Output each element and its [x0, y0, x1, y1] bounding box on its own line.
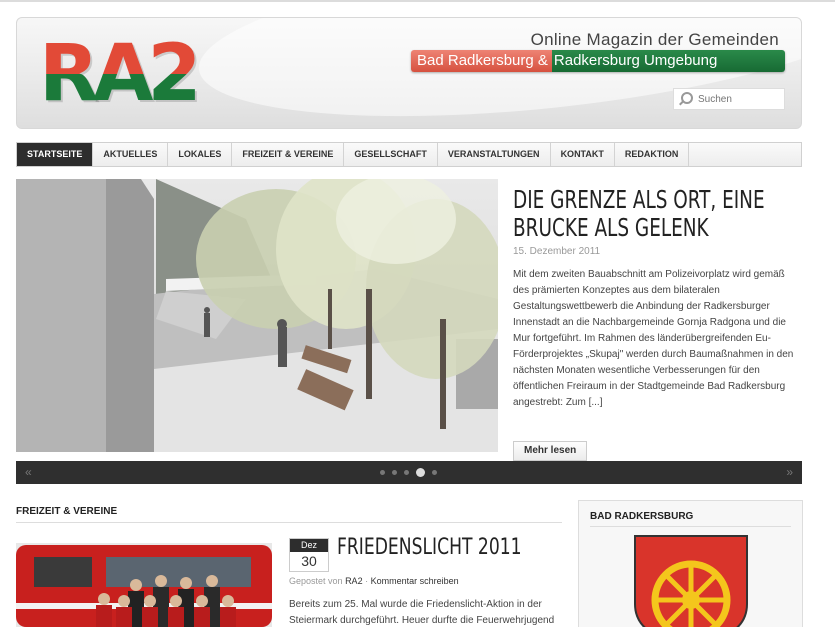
- post-title[interactable]: FRIEDENSLICHT 2011: [337, 535, 522, 560]
- section-divider: [16, 522, 562, 523]
- post-meta-prefix: Gepostet von: [289, 576, 343, 586]
- nav-item-veranstaltungen[interactable]: VERANSTALTUNGEN: [438, 143, 551, 166]
- nav-item-freizeit-vereine[interactable]: FREIZEIT & VEREINE: [232, 143, 345, 166]
- site-logo[interactable]: RA2 RA2: [39, 29, 204, 119]
- slider-dot[interactable]: [380, 470, 385, 475]
- banner-left: Bad Radkersburg &: [411, 50, 552, 72]
- top-border: [0, 0, 835, 2]
- section-title: FREIZEIT & VEREINE: [16, 506, 118, 517]
- slider-dot-active[interactable]: [416, 468, 425, 477]
- search-box[interactable]: [673, 88, 785, 110]
- nav-item-aktuelles[interactable]: AKTUELLES: [93, 143, 169, 166]
- fire-truck-photo: [16, 543, 272, 627]
- logo-text: RA2: [39, 29, 202, 119]
- post-comment-link[interactable]: Kommentar schreiben: [371, 576, 459, 586]
- widget-divider: [590, 526, 791, 527]
- nav-item-lokales[interactable]: LOKALES: [168, 143, 233, 166]
- sidebar-widget: BAD RADKERSBURG: [578, 500, 803, 627]
- post-date-badge: Dez 30: [289, 538, 329, 572]
- search-input[interactable]: [698, 93, 782, 105]
- post-meta: Gepostet von RA2 · Kommentar schreiben: [289, 576, 459, 586]
- banner-right: Radkersburg Umgebung: [551, 50, 785, 72]
- slider-prev-arrow[interactable]: «: [25, 465, 32, 479]
- main-nav: STARTSEITE AKTUELLES LOKALES FREIZEIT & …: [16, 142, 802, 167]
- page: RA2 RA2 Online Magazin der Gemeinden Bad…: [0, 0, 835, 627]
- post-thumbnail[interactable]: [16, 543, 272, 627]
- nav-item-startseite[interactable]: STARTSEITE: [17, 143, 94, 166]
- slider-dots: [380, 468, 437, 477]
- featured-slider: DIE GRENZE ALS ORT, EINE BRUCKE ALS GELE…: [16, 179, 802, 485]
- featured-title[interactable]: DIE GRENZE ALS ORT, EINE BRUCKE ALS GELE…: [513, 186, 800, 242]
- slider-dot[interactable]: [392, 470, 397, 475]
- featured-date: 15. Dezember 2011: [513, 246, 601, 257]
- post-date-month: Dez: [290, 539, 328, 552]
- read-more-button[interactable]: Mehr lesen: [513, 441, 588, 461]
- slider-next-arrow[interactable]: »: [786, 465, 793, 479]
- search-icon: [678, 90, 696, 108]
- widget-title: BAD RADKERSBURG: [590, 511, 694, 522]
- slider-dot[interactable]: [404, 470, 409, 475]
- meta-separator: ·: [365, 576, 369, 586]
- site-header: RA2 RA2 Online Magazin der Gemeinden Bad…: [16, 17, 802, 129]
- post-date-day: 30: [301, 553, 317, 569]
- post-author-link[interactable]: RA2: [345, 576, 363, 586]
- nav-item-gesellschaft[interactable]: GESELLSCHAFT: [344, 143, 438, 166]
- featured-image[interactable]: [16, 179, 498, 452]
- region-banner: Bad Radkersburg & Radkersburg Umgebung: [411, 50, 785, 72]
- coat-of-arms-image[interactable]: [633, 534, 749, 627]
- site-tagline: Online Magazin der Gemeinden: [530, 30, 779, 49]
- nav-item-kontakt[interactable]: KONTAKT: [551, 143, 615, 166]
- nav-item-redaktion[interactable]: REDAKTION: [615, 143, 690, 166]
- post-excerpt: Bereits zum 25. Mal wurde die Friedensli…: [289, 599, 555, 626]
- featured-excerpt: Mit dem zweiten Bauabschnitt am Polizeiv…: [513, 269, 794, 408]
- slider-dot[interactable]: [432, 470, 437, 475]
- bridge-illustration: [16, 179, 498, 452]
- slider-controls: « »: [16, 461, 802, 484]
